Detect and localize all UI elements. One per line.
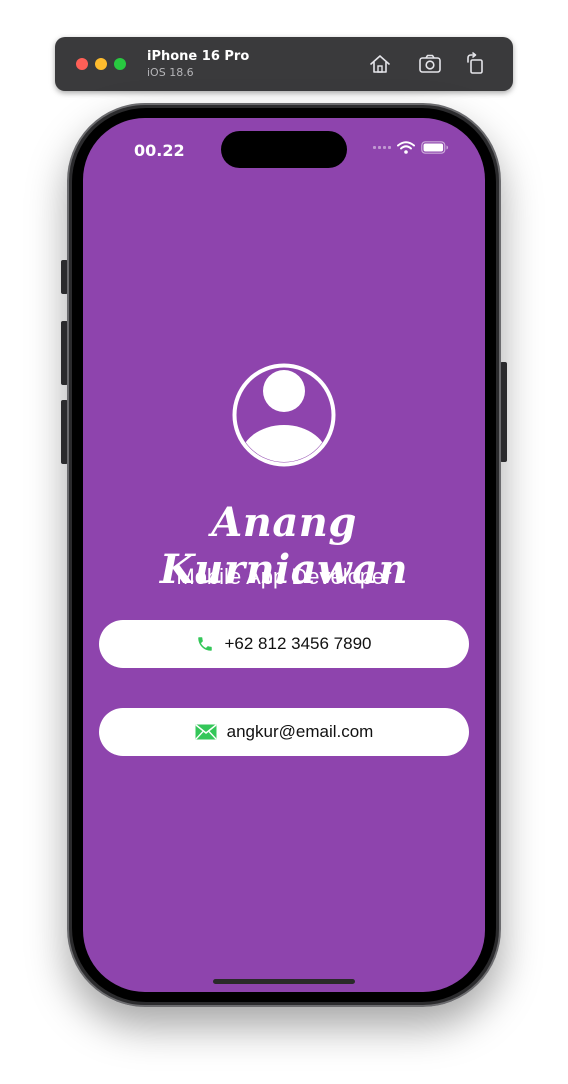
simulator-toolbar: iPhone 16 Pro iOS 18.6 [55, 37, 513, 91]
person-circle-icon [232, 363, 336, 467]
screenshot-button[interactable] [417, 51, 443, 77]
screenshot-icon [419, 54, 441, 73]
rotate-icon [467, 52, 483, 74]
phone-contact-card[interactable]: +62 812 3456 7890 [99, 620, 469, 668]
power-button[interactable] [500, 362, 507, 462]
envelope-icon [195, 724, 217, 740]
device-name: iPhone 16 Pro [147, 49, 250, 64]
phone-number: +62 812 3456 7890 [224, 634, 372, 653]
email-contact-card[interactable]: angkur@email.com [99, 708, 469, 756]
phone-icon [198, 637, 213, 651]
minimize-window-button[interactable] [95, 58, 107, 70]
battery-icon [421, 141, 448, 154]
home-indicator[interactable] [213, 979, 355, 984]
home-icon [370, 55, 390, 73]
status-icons [373, 141, 449, 154]
close-window-button[interactable] [76, 58, 88, 70]
home-button[interactable] [367, 51, 393, 77]
wifi-icon [397, 141, 415, 154]
email-address: angkur@email.com [226, 722, 374, 741]
app-screen: 00.22 Anang Kurniawan Mobile App Develop… [83, 118, 485, 992]
dynamic-island [221, 131, 347, 168]
status-time: 00.22 [134, 141, 185, 160]
os-version: iOS 18.6 [147, 66, 194, 79]
zoom-window-button[interactable] [114, 58, 126, 70]
rotate-button[interactable] [463, 51, 489, 77]
cellular-signal-icon [373, 146, 391, 149]
profile-title: Mobile App Developer [176, 564, 392, 589]
